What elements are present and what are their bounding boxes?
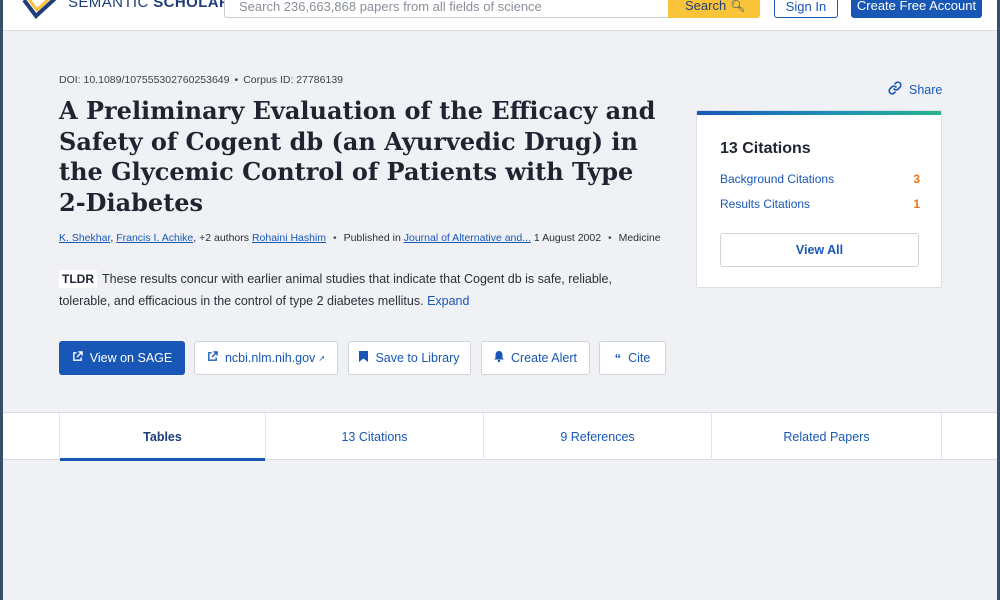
view-all-citations-button[interactable]: View All: [720, 233, 919, 267]
create-alert-label: Create Alert: [510, 351, 577, 365]
tldr-expand-link[interactable]: Expand: [427, 294, 469, 308]
search-button[interactable]: Search 🔍︎: [668, 0, 760, 18]
ncbi-link-label: ncbi.nlm.nih.gov: [224, 351, 316, 365]
logo-text-bold: SCHOLAR: [153, 0, 231, 11]
cite-button[interactable]: “ Cite: [599, 341, 666, 375]
link-icon: [888, 81, 902, 98]
author-link[interactable]: Rohaini Hashim: [252, 232, 326, 244]
citation-count: 3: [913, 172, 920, 186]
paper-meta-line: DOI: 10.1089/107555302760253649 • Corpus I…: [59, 74, 343, 86]
venue-link[interactable]: Journal of Alternative and...: [404, 232, 531, 244]
citation-count: 1: [913, 197, 920, 211]
view-on-sage-button[interactable]: View on SAGE: [59, 341, 185, 375]
published-prefix: Published in: [343, 232, 401, 244]
share-button[interactable]: Share: [888, 81, 942, 98]
field-of-study: Medicine: [618, 232, 661, 244]
tldr-summary: TLDR These results concur with earlier an…: [59, 268, 659, 312]
more-authors-button[interactable]: +2 authors: [199, 232, 249, 244]
author-link[interactable]: Francis I. Achike: [116, 232, 193, 244]
search-button-label: Search: [685, 0, 727, 13]
logo-text-light: SEMANTIC: [68, 0, 154, 11]
doi: DOI: 10.1089/107555302760253649: [59, 74, 230, 86]
citation-type-label: Background Citations: [720, 172, 835, 186]
author-line: K. Shekhar, Francis I. Achike, +2 author…: [59, 232, 661, 244]
background-citations-row[interactable]: Background Citations 3: [720, 172, 920, 186]
citation-type-label: Results Citations: [720, 197, 811, 211]
tab-citations[interactable]: 13 Citations: [266, 413, 484, 460]
publish-date: 1 August 2002: [533, 232, 602, 244]
tldr-label: TLDR: [59, 270, 97, 288]
search-input[interactable]: Search 236,663,868 papers from all field…: [224, 0, 668, 18]
save-to-library-button[interactable]: Save to Library: [348, 341, 471, 375]
bell-icon: [493, 351, 504, 365]
paper-tabs: Tables 13 Citations 9 References Related…: [0, 412, 1000, 461]
meta-separator: •: [332, 232, 337, 244]
tab-references[interactable]: 9 References: [484, 413, 712, 460]
citations-card: 13 Citations Background Citations 3 Resu…: [696, 110, 942, 288]
ncbi-link-button[interactable]: ncbi.nlm.nih.gov ↗: [194, 341, 338, 375]
top-navigation-bar: SEMANTIC SCHOLAR Search 236,663,868 pape…: [0, 0, 1000, 31]
share-label: Share: [909, 82, 943, 97]
author-link[interactable]: K. Shekhar: [59, 232, 110, 244]
external-link-small-icon: ↗: [318, 353, 326, 363]
citations-card-accent-bar: [697, 111, 941, 115]
cite-label: Cite: [628, 351, 651, 365]
quote-icon: “: [614, 350, 622, 366]
external-link-icon: [207, 351, 218, 365]
semantic-scholar-logo-icon[interactable]: [22, 0, 62, 22]
results-citations-row[interactable]: Results Citations 1: [720, 197, 920, 211]
meta-separator: •: [607, 232, 612, 244]
create-account-button[interactable]: Create Free Account: [851, 0, 982, 18]
search-icon: 🔍︎: [730, 0, 746, 13]
create-alert-button[interactable]: Create Alert: [481, 341, 590, 375]
tldr-text: These results concur with earlier animal…: [59, 272, 612, 308]
tab-tables[interactable]: Tables: [59, 413, 266, 461]
corpus-id: Corpus ID: 27786139: [243, 74, 344, 86]
save-to-library-label: Save to Library: [375, 351, 460, 365]
paper-title: A Preliminary Evaluation of the Efficacy…: [59, 96, 656, 217]
tab-related-papers[interactable]: Related Papers: [712, 413, 942, 460]
sign-in-button[interactable]: Sign In: [774, 0, 838, 18]
external-link-icon: [72, 351, 83, 365]
view-on-sage-label: View on SAGE: [89, 351, 173, 365]
citations-card-title: 13 Citations: [720, 140, 811, 157]
meta-separator: •: [234, 74, 239, 86]
logo-text[interactable]: SEMANTIC SCHOLAR: [68, 0, 230, 11]
bookmark-icon: [359, 351, 369, 365]
